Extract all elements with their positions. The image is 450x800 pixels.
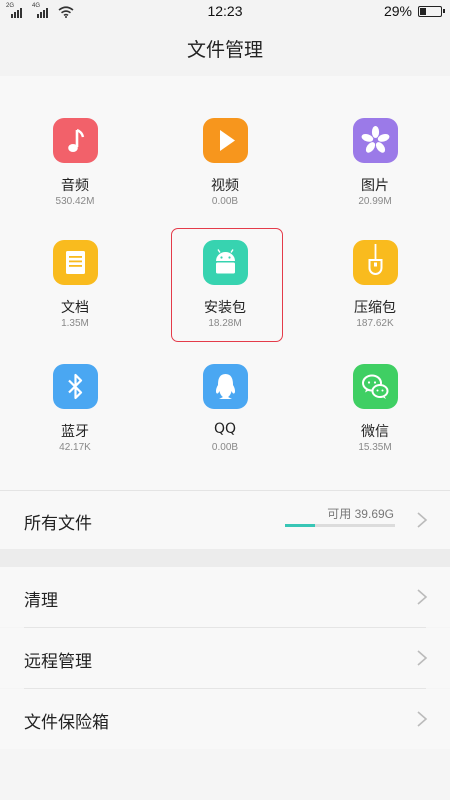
category-grid: 音频 530.42M 视频 0.00B 图片 20.99M 文档 1.35M 安… xyxy=(0,76,450,490)
category-label: 安装包 xyxy=(204,300,246,316)
menu-item-label: 文件保险箱 xyxy=(24,713,109,733)
section-gap xyxy=(0,549,450,567)
category-size: 18.28M xyxy=(208,318,242,329)
storage-fill xyxy=(285,524,315,527)
category-size: 0.00B xyxy=(211,196,239,207)
play-icon xyxy=(203,118,248,163)
battery-level xyxy=(420,7,426,15)
category-size: 42.17K xyxy=(59,442,91,453)
category-documents[interactable]: 文档 1.35M xyxy=(0,240,150,360)
category-size: 187.62K xyxy=(356,318,394,329)
wechat-icon xyxy=(353,364,398,409)
category-label: 蓝牙 xyxy=(61,424,89,440)
music-note-icon xyxy=(53,118,98,163)
category-label: 压缩包 xyxy=(354,300,396,316)
qq-icon xyxy=(203,364,248,409)
menu-item-label: 清理 xyxy=(24,591,58,611)
all-files-row[interactable]: 所有文件 可用 39.69G xyxy=(0,491,450,549)
storage-available: 可用 39.69G xyxy=(327,507,394,521)
flower-icon xyxy=(353,118,398,163)
category-label: 视频 xyxy=(211,178,239,194)
menu-item-label: 远程管理 xyxy=(24,652,92,672)
status-bar: 2G 4G 12:23 29% xyxy=(0,0,450,24)
all-files-label: 所有文件 xyxy=(24,514,92,534)
category-size: 20.99M xyxy=(358,196,392,207)
category-label: 图片 xyxy=(361,178,389,194)
category-archives[interactable]: 压缩包 187.62K xyxy=(300,240,450,360)
document-icon xyxy=(53,240,98,285)
chevron-right-icon xyxy=(416,512,428,528)
category-images[interactable]: 图片 20.99M xyxy=(300,118,450,238)
zip-icon xyxy=(353,240,398,285)
category-label: 微信 xyxy=(361,424,389,440)
status-time: 12:23 xyxy=(207,3,243,19)
category-audio[interactable]: 音频 530.42M xyxy=(0,118,150,238)
menu-item-cleanup[interactable]: 清理 xyxy=(0,567,450,627)
android-icon xyxy=(203,240,248,285)
category-wechat[interactable]: 微信 15.35M xyxy=(300,364,450,484)
page-title: 文件管理 xyxy=(186,39,263,61)
category-size: 530.42M xyxy=(55,196,95,207)
app-header: 文件管理 xyxy=(0,24,450,76)
battery-percent: 29% xyxy=(383,3,412,19)
menu-item-remote[interactable]: 远程管理 xyxy=(0,628,450,688)
battery-icon xyxy=(418,5,445,17)
chevron-right-icon xyxy=(416,711,428,727)
category-video[interactable]: 视频 0.00B xyxy=(150,118,300,238)
chevron-right-icon xyxy=(416,650,428,666)
category-label: 文档 xyxy=(61,300,89,316)
status-right: 29% xyxy=(383,3,445,19)
storage-bar xyxy=(285,524,395,527)
category-size: 15.35M xyxy=(358,442,392,453)
category-size: 1.35M xyxy=(61,318,89,329)
category-apk[interactable]: 安装包 18.28M xyxy=(150,240,300,360)
category-bluetooth[interactable]: 蓝牙 42.17K xyxy=(0,364,150,484)
chevron-right-icon xyxy=(416,589,428,605)
category-label: QQ xyxy=(213,421,237,437)
category-size: 0.00B xyxy=(211,442,239,453)
bluetooth-icon xyxy=(53,364,98,409)
menu-item-safe[interactable]: 文件保险箱 xyxy=(0,689,450,749)
category-qq[interactable]: QQ 0.00B xyxy=(150,364,300,484)
category-label: 音频 xyxy=(61,178,89,194)
